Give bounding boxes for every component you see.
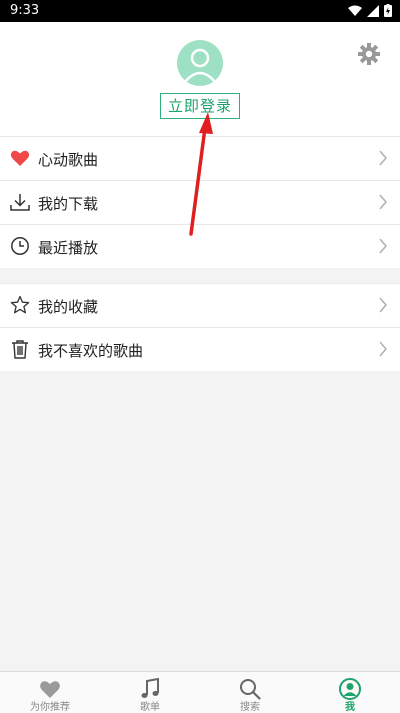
tab-label: 我 <box>345 702 355 713</box>
signal-icon <box>367 4 379 17</box>
menu-item-collections[interactable]: 我的收藏 <box>0 283 400 327</box>
status-icons <box>348 4 392 17</box>
tab-label: 歌单 <box>140 702 160 713</box>
chevron-right-icon <box>379 150 387 166</box>
menu-item-recent-plays[interactable]: 最近播放 <box>0 224 400 268</box>
tab-label: 为你推荐 <box>30 702 70 713</box>
menu-item-label: 最近播放 <box>38 239 99 257</box>
menu-item-disliked-songs[interactable]: 我不喜欢的歌曲 <box>0 327 400 371</box>
menu-item-label: 我不喜欢的歌曲 <box>38 342 144 360</box>
heart-icon <box>10 150 30 166</box>
battery-icon <box>384 4 392 17</box>
clock-icon <box>11 237 29 255</box>
search-icon <box>240 679 261 700</box>
menu-group-primary: 心动歌曲 我的下载 最近播放 <box>0 136 400 268</box>
user-silhouette-icon <box>184 48 216 83</box>
trash-icon <box>12 340 28 359</box>
download-icon <box>10 194 30 211</box>
tab-playlists[interactable]: 歌单 <box>100 672 200 713</box>
music-note-icon <box>141 678 159 698</box>
menu-item-label: 心动歌曲 <box>38 151 99 169</box>
tab-me[interactable]: 我 <box>300 672 400 713</box>
chevron-right-icon <box>379 341 387 357</box>
bottom-tab-bar: 为你推荐 歌单 搜索 我 <box>0 671 400 713</box>
menu-item-label: 我的下载 <box>38 195 99 213</box>
tab-recommend[interactable]: 为你推荐 <box>0 672 100 713</box>
tab-label: 搜索 <box>240 702 260 713</box>
star-icon <box>10 295 30 314</box>
menu-item-favorite-songs[interactable]: 心动歌曲 <box>0 136 400 180</box>
chevron-right-icon <box>379 238 387 254</box>
menu-group-secondary: 我的收藏 我不喜欢的歌曲 <box>0 283 400 371</box>
avatar[interactable] <box>177 40 223 86</box>
menu-item-downloads[interactable]: 我的下载 <box>0 180 400 224</box>
profile-header: 立即登录 <box>0 22 400 136</box>
menu-item-label: 我的收藏 <box>38 298 99 316</box>
status-time: 9:33 <box>10 3 40 18</box>
wifi-icon <box>348 5 362 16</box>
status-bar: 9:33 <box>0 0 400 22</box>
chevron-right-icon <box>379 297 387 313</box>
chevron-right-icon <box>379 194 387 210</box>
login-button[interactable]: 立即登录 <box>160 93 240 119</box>
heart-icon <box>40 681 60 698</box>
user-icon <box>339 678 361 700</box>
gear-icon[interactable] <box>357 42 381 66</box>
tab-search[interactable]: 搜索 <box>200 672 300 713</box>
